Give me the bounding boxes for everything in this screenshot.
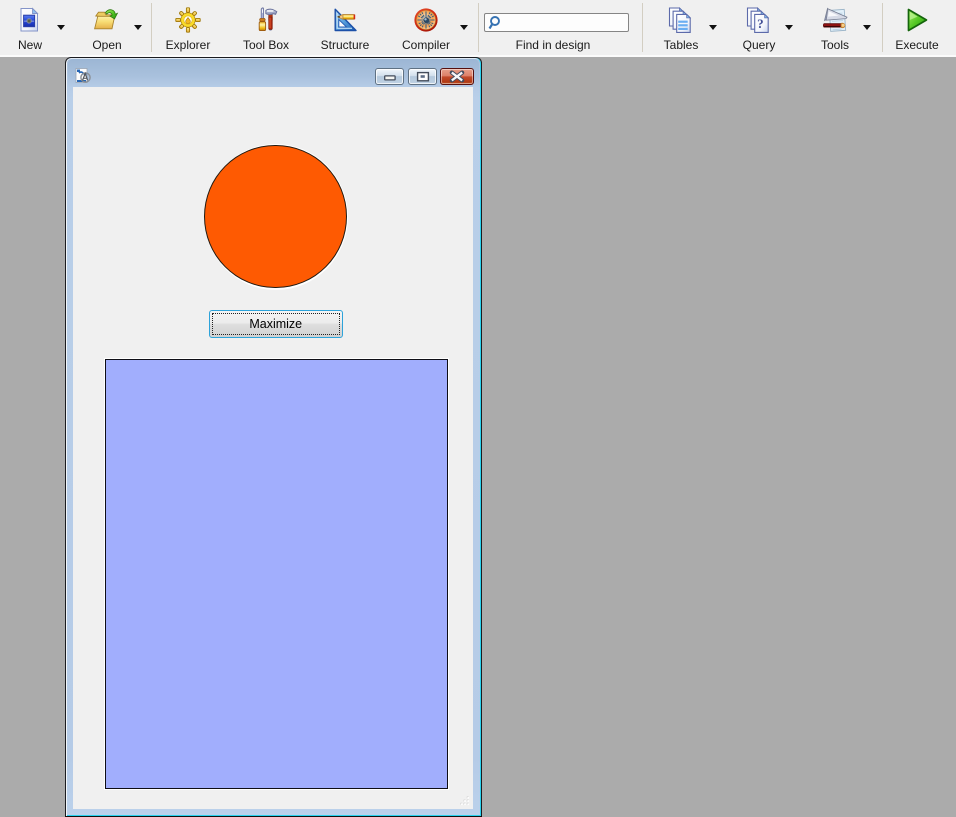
svg-text:?: ? [757, 16, 764, 31]
